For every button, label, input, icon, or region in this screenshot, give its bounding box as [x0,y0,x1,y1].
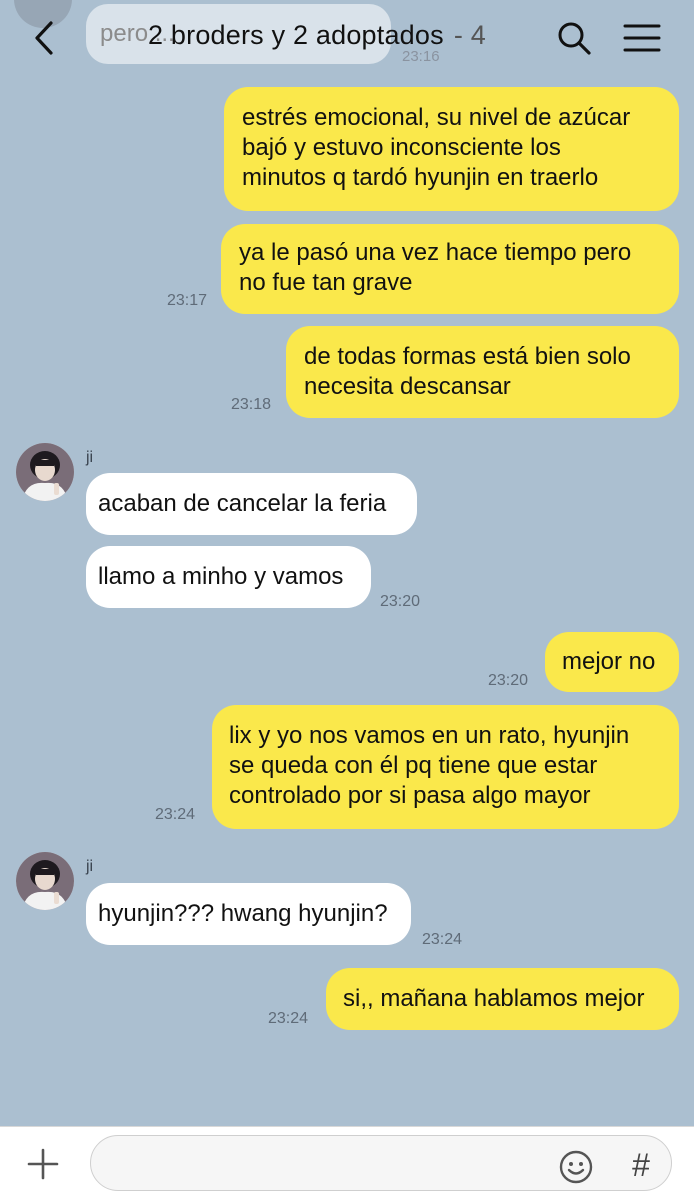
message-line: estrés emocional, su nivel de azúcar [242,104,631,131]
avatar[interactable] [16,852,74,910]
message-line: hyunjin??? hwang hyunjin? [98,900,388,927]
message-line: mejor no [562,648,656,675]
hashtag-button[interactable]: # [622,1145,660,1185]
sender-name: ji [86,449,94,466]
avatar-image [16,443,74,501]
message-bubble-outgoing[interactable]: estrés emocional, su nivel de azúcar baj… [224,87,679,211]
message-time: 23:24 [268,1010,309,1027]
message-line: bajó y estuvo inconsciente los [242,134,561,161]
message-line: no fue tan grave [239,269,413,296]
search-icon [558,22,591,55]
message-line: acaban de cancelar la feria [98,490,387,517]
message-bubble-incoming[interactable]: hyunjin??? hwang hyunjin? [86,883,411,945]
message-line: necesita descansar [304,373,511,400]
search-button[interactable] [554,18,594,58]
message-bubble-incoming[interactable]: acaban de cancelar la feria [86,473,417,535]
message-bubble-incoming[interactable]: llamo a minho y vamos [86,546,371,608]
message-bubble-outgoing[interactable]: si,, mañana hablamos mejor [326,968,679,1030]
message-line: controlado por si pasa algo mayor [229,782,591,809]
menu-button[interactable] [620,18,664,58]
plus-icon [27,1148,59,1180]
message-line: llamo a minho y vamos [98,563,344,590]
message-line: minutos q tardó hyunjin en traerlo [242,164,599,191]
message-input[interactable] [109,1144,553,1184]
message-bubble-outgoing[interactable]: ya le pasó una vez hace tiempo pero no f… [221,224,679,314]
message-time: 23:17 [167,292,208,309]
composer-bar: # [0,1126,694,1201]
message-line: si,, mañana hablamos mejor [343,985,645,1012]
message-line: se queda con él pq tiene que estar [229,752,598,779]
message-bubble-outgoing[interactable]: lix y yo nos vamos en un rato, hyunjin s… [212,705,679,829]
menu-icon [623,24,661,52]
chat-title-text: 2 broders y 2 adoptados [148,20,444,50]
chat-title: 2 broders y 2 adoptados - 4 [148,20,486,51]
message-bubble-outgoing[interactable]: mejor no [545,632,679,692]
attach-button[interactable] [26,1147,60,1181]
message-bubble-outgoing[interactable]: de todas formas está bien solo necesita … [286,326,679,418]
emoji-icon [559,1150,593,1184]
message-time: 23:18 [231,396,272,413]
message-time: 23:20 [380,593,421,610]
message-time: 23:24 [422,931,463,948]
message-line: de todas formas está bien solo [304,343,631,370]
chevron-left-icon [35,21,53,55]
back-button[interactable] [26,18,66,58]
message-line: ya le pasó una vez hace tiempo pero [239,239,632,266]
avatar[interactable] [16,443,74,501]
message-line: lix y yo nos vamos en un rato, hyunjin [229,722,630,749]
message-time: 23:24 [155,806,196,823]
avatar-image [16,852,74,910]
chat-header: pero ... 23:16 2 broders y 2 adoptados - … [0,0,694,76]
member-count: - 4 [453,20,486,50]
sender-name: ji [86,858,94,875]
message-time: 23:20 [488,672,529,689]
emoji-button[interactable] [558,1149,594,1185]
